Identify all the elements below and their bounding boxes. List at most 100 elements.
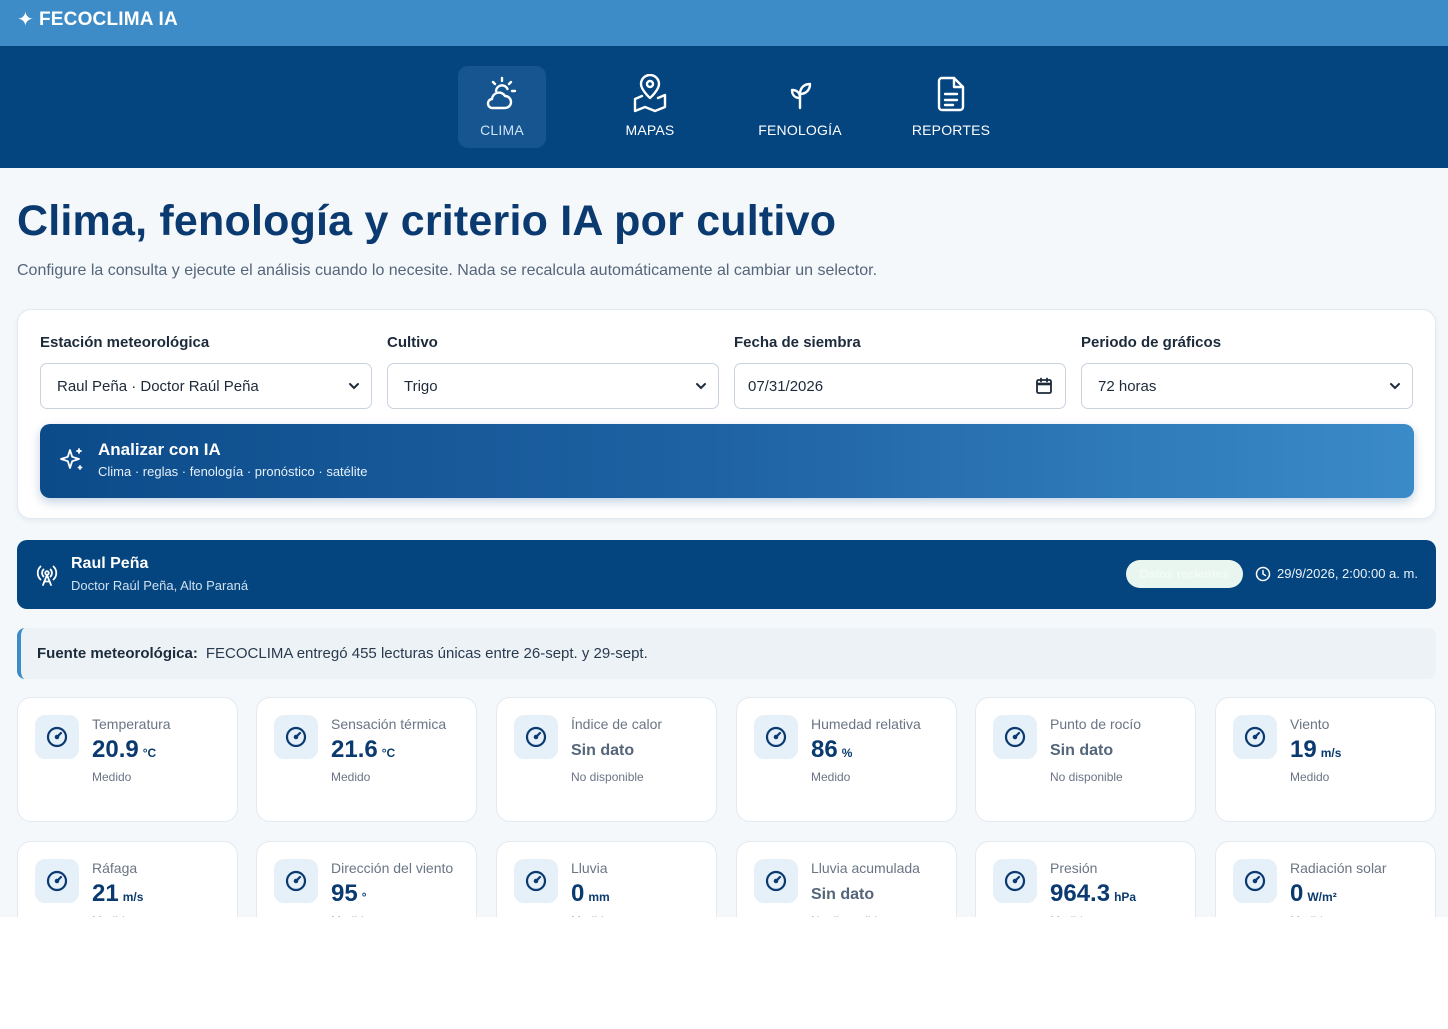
metric-unit: °C	[381, 746, 396, 760]
metric-unit: °C	[142, 746, 157, 760]
metric-card: Sensación térmica 21.6 °C Medido	[256, 697, 477, 822]
metric-status: Medido	[92, 914, 131, 917]
gauge-icon	[993, 715, 1037, 759]
station-select-value: Raul Peña · Doctor Raúl Peña	[57, 377, 259, 395]
antenna-icon	[36, 565, 58, 586]
source-label: Fuente meteorológica:	[37, 645, 198, 662]
metric-card: Dirección del viento 95° Medido	[256, 841, 477, 917]
metric-card: Viento 19 m/s Medido	[1215, 697, 1436, 822]
metric-unit: hPa	[1114, 890, 1137, 904]
metric-no-data: Sin dato	[811, 886, 875, 903]
metric-card: Temperatura 20.9 °C Medido	[17, 697, 238, 822]
brand-logo[interactable]: ✦ FECOCLIMA IA	[17, 9, 178, 31]
metric-status: Medido	[331, 770, 371, 784]
gauge-icon	[514, 715, 558, 759]
metric-label: Dirección del viento	[331, 860, 454, 876]
metric-label: Presión	[1050, 860, 1098, 876]
period-select-value: 72 horas	[1098, 377, 1157, 395]
page-title: Clima, fenología y criterio IA por culti…	[17, 197, 837, 245]
calendar-icon[interactable]	[1035, 377, 1053, 395]
metric-unit: W/m²	[1307, 890, 1337, 904]
nav-tab-label: FENOLOGÍA	[758, 122, 842, 138]
metric-card: Presión 964.3hPa Medido	[975, 841, 1196, 917]
metric-number: 0	[1290, 880, 1304, 907]
metric-number: 20.9	[92, 736, 139, 763]
status-badge: Datos recientes	[1126, 560, 1243, 588]
gauge-icon	[1233, 859, 1277, 903]
metric-number: 95	[331, 880, 358, 907]
chevron-down-icon	[1390, 383, 1400, 390]
metric-status: Medido	[571, 914, 610, 917]
data-source-notice: Fuente meteorológica: FECOCLIMA entregó …	[17, 628, 1436, 679]
metric-unit: m/s	[122, 890, 144, 904]
map-pin-icon	[633, 74, 667, 113]
gauge-icon	[993, 859, 1037, 903]
metric-card: Lluvia acumulada Sin dato No disponible	[736, 841, 957, 917]
metric-status: No disponible	[571, 770, 644, 784]
metric-status: Medido	[1290, 770, 1330, 784]
gauge-icon	[35, 859, 79, 903]
nav-tab-label: CLIMA	[480, 122, 524, 138]
metric-value: 0 mm	[571, 880, 610, 908]
clock-icon	[1255, 566, 1271, 582]
main-nav: CLIMA MAPAS FENOLOGÍA REPORTES	[0, 46, 1448, 168]
metric-label: Lluvia	[571, 860, 608, 876]
crop-field: Cultivo Trigo	[387, 334, 719, 409]
metric-card: Humedad relativa 86% Medido	[736, 697, 957, 822]
metric-value: 21 m/s	[92, 880, 143, 908]
metric-card: Lluvia 0mm Medido	[496, 841, 717, 917]
metric-value: 964.3 hPa	[1050, 880, 1136, 908]
analyze-button-title: Analizar con IA	[98, 440, 221, 459]
nav-tab-reportes[interactable]: REPORTES	[906, 66, 996, 148]
metric-label: Punto de rocío	[1050, 716, 1142, 732]
station-label: Estación meteorológica	[40, 334, 210, 351]
cloud-sun-icon	[486, 76, 517, 110]
metric-number: 21.6	[331, 736, 378, 763]
period-label: Periodo de gráficos	[1081, 334, 1222, 351]
gauge-icon	[274, 859, 318, 903]
gauge-icon	[1233, 715, 1277, 759]
metric-label: Sensación térmica	[331, 716, 447, 732]
metric-status: Medido	[92, 770, 132, 784]
metric-value: Sin dato	[1050, 736, 1113, 759]
sparkles-icon	[60, 448, 83, 470]
nav-tab-mapas[interactable]: MAPAS	[606, 66, 694, 148]
analyze-ai-button[interactable]: Analizar con IA Clima · reglas · fenolog…	[40, 424, 1414, 498]
metric-card: Punto de rocío Sin dato No disponible	[975, 697, 1196, 822]
period-field: Periodo de gráficos 72 horas	[1081, 334, 1413, 409]
metric-label: Ráfaga	[92, 860, 138, 876]
metric-value: Sin dato	[811, 880, 874, 903]
metric-unit: %	[841, 746, 853, 760]
analyze-button-subtitle: Clima · reglas · fenología · pronóstico …	[98, 464, 368, 479]
metric-value: 95 °	[331, 880, 367, 908]
chevron-down-icon	[349, 383, 359, 390]
metric-card: Índice de calor Sin dato No disponible	[496, 697, 717, 822]
sowing-date-input[interactable]: 07/31/2026	[734, 363, 1066, 409]
nav-tab-fenologia[interactable]: FENOLOGÍA	[752, 66, 848, 148]
brand-bar: ✦ FECOCLIMA IA	[0, 0, 1448, 46]
gauge-icon	[754, 859, 798, 903]
station-name: Raul Peña	[71, 555, 149, 572]
page-viewport: ✦ FECOCLIMA IA CLIMA MAPAS FENOLOGÍA REP…	[0, 0, 1448, 917]
crop-select[interactable]: Trigo	[387, 363, 719, 409]
metric-unit: °	[361, 890, 367, 904]
station-select[interactable]: Raul Peña · Doctor Raúl Peña	[40, 363, 372, 409]
metric-number: 964.3	[1050, 880, 1111, 907]
query-form-card: Estación meteorológica Raul Peña · Docto…	[17, 309, 1436, 519]
metric-status: No disponible	[1050, 770, 1123, 784]
metric-unit: m/s	[1320, 746, 1342, 760]
station-location: Doctor Raúl Peña, Alto Paraná	[71, 578, 249, 593]
metric-label: Humedad relativa	[811, 716, 921, 732]
metric-label: Temperatura	[92, 716, 171, 732]
gauge-icon	[35, 715, 79, 759]
metric-unit: mm	[588, 890, 610, 904]
metric-number: 21	[92, 880, 119, 907]
crop-label: Cultivo	[387, 334, 438, 351]
metric-no-data: Sin dato	[571, 742, 635, 759]
period-select[interactable]: 72 horas	[1081, 363, 1413, 409]
nav-tab-clima[interactable]: CLIMA	[458, 66, 546, 148]
station-field: Estación meteorológica Raul Peña · Docto…	[40, 334, 372, 409]
metric-value: Sin dato	[571, 736, 634, 759]
metric-card: Radiación solar 0W/m² Medido	[1215, 841, 1436, 917]
metric-value: 0 W/m²	[1290, 880, 1337, 908]
